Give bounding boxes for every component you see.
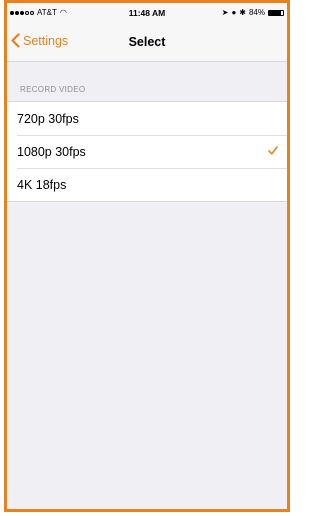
page-title: Select [128, 35, 166, 49]
list-item-label: 720p 30fps [17, 111, 79, 126]
status-right: ➤ ● ✱ 84% [222, 8, 284, 17]
list-item-label: 1080p 30fps [17, 144, 86, 159]
battery-icon [268, 9, 284, 16]
bluetooth-icon: ✱ [239, 8, 246, 17]
list-item-1080p-30fps[interactable]: 1080p 30fps [7, 135, 287, 168]
navigation-bar: Settings Select [7, 23, 287, 62]
record-video-list: 720p 30fps 1080p 30fps 4K 18fps [7, 101, 287, 202]
list-item-label: 4K 18fps [17, 177, 67, 192]
alarm-icon: ● [231, 8, 237, 17]
list-item-720p-30fps[interactable]: 720p 30fps [7, 102, 287, 135]
checkmark-icon [268, 146, 278, 155]
location-icon: ➤ [221, 8, 229, 17]
battery-percent: 84% [248, 8, 265, 17]
section-header: RECORD VIDEO [20, 85, 86, 94]
status-bar: AT&T ◠ 11:48 AM ➤ ● ✱ 84% [7, 3, 287, 23]
app-frame: AT&T ◠ 11:48 AM ➤ ● ✱ 84% Settings Selec… [4, 0, 290, 512]
list-item-4k-18fps[interactable]: 4K 18fps [7, 168, 287, 201]
